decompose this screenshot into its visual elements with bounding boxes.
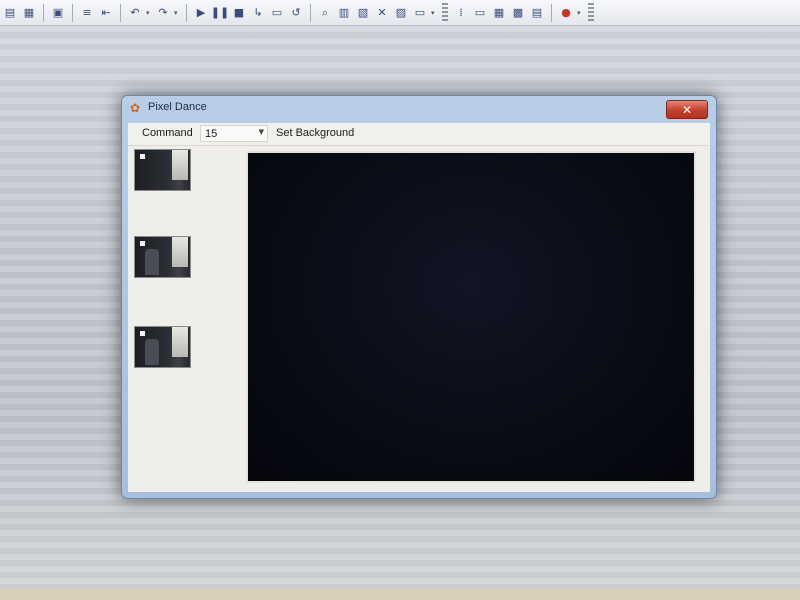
- window-icon[interactable]: ▭: [412, 5, 428, 21]
- thumbnail-light: [140, 154, 145, 159]
- toolbar-grip[interactable]: [442, 2, 448, 23]
- properties-window-icon[interactable]: ▧: [355, 5, 371, 21]
- print-preview-icon[interactable]: ▣: [50, 5, 66, 21]
- thumbnail-frame-1[interactable]: [134, 149, 191, 191]
- window-dropdown-icon[interactable]: ▾: [431, 9, 437, 17]
- title-bar[interactable]: ✿ Pixel Dance ✕: [122, 96, 716, 122]
- run-icon[interactable]: ▶: [193, 5, 209, 21]
- step-icon[interactable]: ↳: [250, 5, 266, 21]
- data-icon[interactable]: ▤: [529, 5, 545, 21]
- toolbox-icon[interactable]: ▨: [393, 5, 409, 21]
- table-icon[interactable]: ▦: [491, 5, 507, 21]
- ide-toolbar: ▤ ▦ ▣ ≡ ⇤ ↶ ▾ ↷ ▾ ▶ ❚❚ ■ ↳ ▭ ↺ ⌕ ▥ ▧ ✕ ▨…: [0, 0, 800, 26]
- record-icon[interactable]: ●: [558, 5, 574, 21]
- thumbnail-frame-3[interactable]: [134, 326, 191, 368]
- align-icon[interactable]: ≡: [79, 5, 95, 21]
- command-value: 15: [205, 128, 218, 140]
- form-icon[interactable]: ▭: [472, 5, 488, 21]
- thumbnail-frame-2[interactable]: [134, 236, 191, 278]
- toolbar-separator: [120, 3, 121, 22]
- find-icon[interactable]: ⌕: [317, 5, 333, 21]
- set-background-button[interactable]: Set Background: [276, 127, 354, 139]
- command-label: Command: [142, 127, 193, 139]
- explorer-icon[interactable]: ▥: [336, 5, 352, 21]
- thumbnail-light: [140, 241, 145, 246]
- close-icon: ✕: [681, 102, 693, 117]
- thumbnail-panel: [128, 146, 246, 492]
- pause-icon[interactable]: ❚❚: [211, 5, 229, 21]
- thumbnail-door: [172, 237, 188, 267]
- properties-icon[interactable]: ▤: [2, 5, 18, 21]
- close-button[interactable]: ✕: [666, 100, 708, 119]
- chevron-down-icon[interactable]: ▼: [259, 128, 264, 136]
- toolbar-separator: [43, 3, 44, 22]
- client-area: Command 15 ▼ Set Background: [128, 123, 710, 492]
- layout-icon[interactable]: ▦: [21, 5, 37, 21]
- toolbar-separator: [551, 3, 552, 22]
- toolbar-separator: [72, 3, 73, 22]
- toolbar-separator: [186, 3, 187, 22]
- thumbnail-door: [172, 327, 188, 357]
- toolbar-grip[interactable]: [588, 2, 594, 23]
- chart-icon[interactable]: ▩: [510, 5, 526, 21]
- redo-icon[interactable]: ↷: [155, 5, 171, 21]
- command-combobox[interactable]: 15 ▼: [200, 125, 268, 142]
- undo-dropdown-icon[interactable]: ▾: [146, 9, 152, 17]
- desk-strip: [0, 588, 800, 600]
- toolbar-separator: [310, 3, 311, 22]
- tools-icon[interactable]: ✕: [374, 5, 390, 21]
- toolstrip: Command 15 ▼ Set Background: [128, 123, 710, 146]
- thumbnail-light: [140, 331, 145, 336]
- outdent-icon[interactable]: ⇤: [98, 5, 114, 21]
- app-window: ✿ Pixel Dance ✕ Command 15 ▼ Set Backgro…: [121, 95, 717, 499]
- stop-icon[interactable]: ■: [231, 5, 247, 21]
- breakpoint-icon[interactable]: ↺: [288, 5, 304, 21]
- undo-icon[interactable]: ↶: [127, 5, 143, 21]
- thumbnail-figure: [145, 249, 159, 275]
- app-icon: ✿: [130, 101, 141, 115]
- window-title: Pixel Dance: [148, 101, 207, 113]
- watch-icon[interactable]: ▭: [269, 5, 285, 21]
- thumbnail-door: [172, 150, 188, 180]
- redo-dropdown-icon[interactable]: ▾: [174, 9, 180, 17]
- record-dropdown-icon[interactable]: ▾: [577, 9, 583, 17]
- grid-icon[interactable]: ⁞: [453, 5, 469, 21]
- display-canvas[interactable]: [246, 151, 696, 483]
- thumbnail-figure: [145, 339, 159, 365]
